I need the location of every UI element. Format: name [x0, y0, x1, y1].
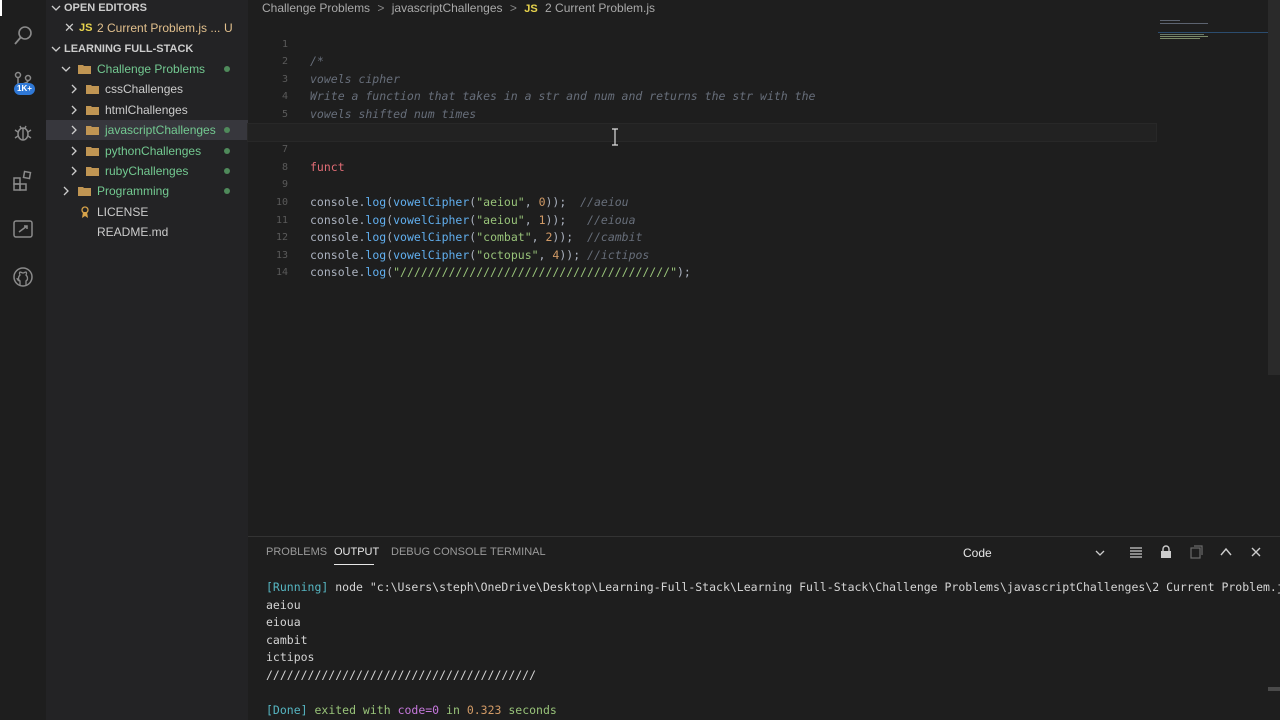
tab-debug-console[interactable]: DEBUG CONSOLE: [391, 546, 487, 558]
folder-icon: [86, 106, 99, 115]
folder-icon: [86, 126, 99, 135]
open-editor-item[interactable]: ✕ JS 2 Current Problem.js ... U: [46, 18, 248, 38]
tab-output[interactable]: OUTPUT: [334, 546, 379, 558]
output-line: ///////////////////////////////////////: [266, 667, 537, 682]
code-line: 12 console.log(vowelCipher("octopus", 4)…: [248, 212, 1280, 262]
tree-file-license[interactable]: LICENSE: [46, 202, 248, 222]
open-editors-header[interactable]: OPEN EDITORS: [46, 0, 248, 20]
breadcrumb-item[interactable]: javascriptChallenges: [392, 1, 503, 15]
chevron-down-icon: [1095, 550, 1105, 556]
chevron-right-icon: [71, 146, 77, 156]
chevron-right-icon: [63, 186, 69, 196]
activity-bar: 1K+: [0, 0, 46, 720]
folder-icon: [78, 187, 91, 196]
untracked-dot: [224, 168, 230, 174]
active-tab-underline: [334, 564, 374, 565]
js-file-icon: JS: [524, 3, 538, 15]
chevron-right-icon: [71, 125, 77, 135]
output-done-line: [Done] exited with code=0 in 0.323 secon…: [266, 703, 557, 718]
output-line: eioua: [266, 615, 301, 630]
search-icon[interactable]: [11, 24, 35, 48]
tree-folder-html-challenges[interactable]: htmlChallenges: [46, 100, 248, 120]
explorer-sidebar: OPEN EDITORS ✕ JS 2 Current Problem.js .…: [46, 0, 248, 720]
chevron-down-icon: [51, 5, 61, 11]
breadcrumb-separator: >: [377, 1, 385, 15]
code-line: 1 /*: [248, 18, 1280, 69]
tree-folder-javascript-challenges[interactable]: javascriptChallenges: [46, 120, 248, 140]
tree-folder-challenge-problems[interactable]: Challenge Problems: [46, 59, 248, 79]
active-indicator: [0, 0, 2, 16]
bottom-panel: PROBLEMS OUTPUT DEBUG CONSOLE TERMINAL C…: [248, 536, 1280, 720]
output-line: cambit: [266, 632, 308, 647]
maximize-panel-icon[interactable]: [1219, 545, 1233, 559]
debug-icon[interactable]: [11, 120, 35, 144]
untracked-dot: [224, 188, 230, 194]
output-blank-line: [266, 685, 1280, 703]
lock-icon[interactable]: [1159, 545, 1173, 559]
output-running-line: [Running] node "c:\Users\steph\OneDrive\…: [266, 580, 1280, 594]
output-line: ictipos: [266, 650, 315, 665]
code-line: 8: [248, 141, 1280, 173]
tab-problems[interactable]: PROBLEMS: [266, 546, 327, 558]
open-log-icon[interactable]: [1189, 545, 1203, 559]
close-panel-icon[interactable]: [1249, 545, 1263, 559]
minimap[interactable]: [1158, 16, 1218, 46]
code-line: 14: [248, 247, 1280, 278]
breadcrumb-separator: >: [509, 1, 517, 15]
source-control-badge: 1K+: [14, 83, 35, 95]
close-icon[interactable]: ✕: [64, 18, 75, 38]
folder-icon: [86, 147, 99, 156]
clear-output-icon[interactable]: [1129, 545, 1143, 559]
breadcrumb-item[interactable]: Challenge Problems: [262, 1, 370, 15]
remote-explorer-icon[interactable]: [11, 217, 35, 241]
tree-folder-ruby-challenges[interactable]: rubyChallenges: [46, 161, 248, 181]
code-line: 4 vowels shifted num times: [248, 71, 1280, 121]
chevron-down-icon: [61, 66, 71, 72]
code-line: 9 console.log(vowelCipher("aeiou", 0)); …: [248, 159, 1280, 209]
chevron-down-icon: [51, 46, 61, 52]
untracked-dot: [224, 66, 230, 72]
open-editor-filename: 2 Current Problem.js ...: [97, 21, 221, 35]
panel-scrollbar[interactable]: [1268, 687, 1280, 691]
code-line: 10 console.log(vowelCipher("aeiou", 1));…: [248, 176, 1280, 227]
code-line: 6: [248, 106, 1280, 138]
folder-open-icon: [78, 65, 91, 74]
github-icon[interactable]: [11, 265, 35, 289]
chevron-right-icon: [71, 84, 77, 94]
chevron-right-icon: [71, 105, 77, 115]
untracked-badge: U: [224, 21, 233, 35]
minimap-slider: [1158, 32, 1280, 33]
license-icon: [81, 206, 89, 218]
tab-terminal[interactable]: TERMINAL: [490, 546, 546, 558]
tree-file-readme[interactable]: README.md: [46, 222, 248, 242]
untracked-dot: [224, 148, 230, 154]
chevron-right-icon: [71, 166, 77, 176]
code-editor[interactable]: Challenge Problems > javascriptChallenge…: [247, 0, 1280, 535]
code-line: 3 Write a function that takes in a str a…: [248, 53, 1280, 104]
line-number: 14: [275, 267, 288, 279]
code-line: 2 vowels cipher: [248, 36, 1280, 86]
folder-icon: [86, 167, 99, 176]
output-log: [Running] node "c:\Users\steph\OneDrive\…: [266, 579, 1280, 720]
tree-folder-python-challenges[interactable]: pythonChallenges: [46, 141, 248, 161]
untracked-dot: [224, 127, 230, 133]
current-code-line: 7 funct: [247, 122, 1157, 174]
tree-folder-programming[interactable]: Programming: [46, 181, 248, 201]
code-line: 13 console.log("////////////////////////…: [248, 229, 1280, 280]
editor-scrollbar[interactable]: [1268, 0, 1280, 375]
code-line: 5 */: [248, 88, 1280, 139]
folder-icon: [86, 85, 99, 94]
extensions-icon[interactable]: [11, 169, 35, 193]
breadcrumb-item[interactable]: 2 Current Problem.js: [545, 1, 655, 15]
breadcrumb: Challenge Problems > javascriptChallenge…: [262, 0, 659, 16]
workspace-header[interactable]: LEARNING FULL-STACK: [46, 41, 248, 61]
text-cursor-icon: [612, 128, 618, 146]
output-channel-select[interactable]: Code: [958, 543, 1108, 563]
code-line: 11 console.log(vowelCipher("combat", 2))…: [248, 194, 1280, 245]
output-line: aeiou: [266, 597, 301, 612]
tree-folder-css-challenges[interactable]: cssChallenges: [46, 79, 248, 99]
js-file-icon: JS: [79, 22, 93, 34]
